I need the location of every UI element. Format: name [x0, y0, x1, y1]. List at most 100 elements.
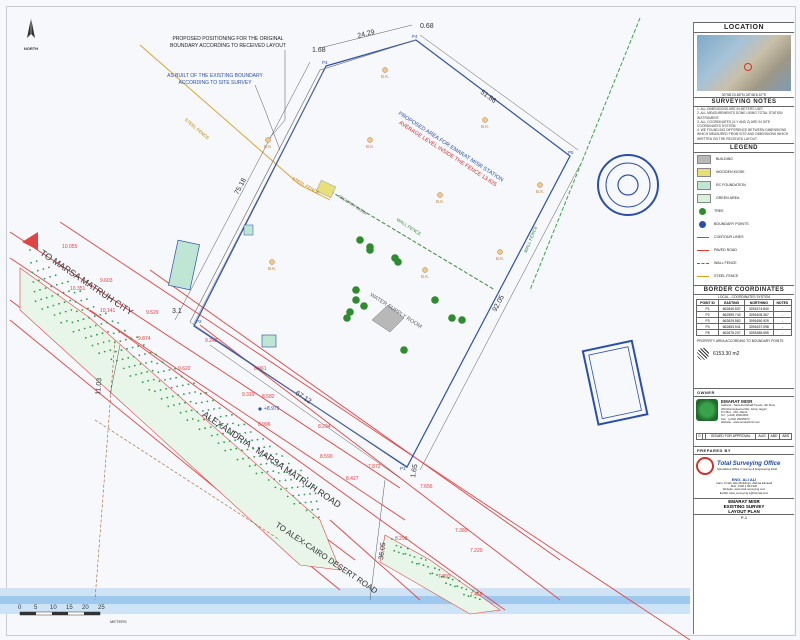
- spot-level: 8.298: [395, 536, 408, 542]
- spot-level: 8.294: [318, 424, 331, 430]
- green-dot: [133, 364, 136, 367]
- coord-cell: P5: [695, 329, 720, 337]
- firm-block: Total Surveying Office Specialized Offic…: [694, 455, 794, 477]
- legend-label: RC FOUNDATION: [716, 183, 746, 188]
- green-dot: [244, 431, 247, 434]
- green-dot: [62, 291, 65, 294]
- existing-boundary: [193, 39, 571, 468]
- legend-item: BUILDING: [694, 153, 794, 166]
- annotation-proposed-1: PROPOSED POSITIONING FOR THE ORIGINAL: [172, 36, 283, 42]
- green-dot: [148, 388, 151, 391]
- green-dot: [223, 441, 226, 443]
- legend-item: CONTOUR LINES: [694, 231, 794, 244]
- green-dot: [460, 586, 463, 589]
- owner-logo-icon: [696, 399, 718, 422]
- surveying-notes-title: SURVEYING NOTES: [694, 97, 794, 108]
- green-dot: [296, 486, 299, 488]
- spot-level: 8.427: [346, 476, 359, 482]
- green-dot: [243, 423, 246, 426]
- green-dot: [413, 556, 416, 558]
- legend-title: LEGEND: [694, 142, 794, 153]
- green-dot: [189, 400, 192, 403]
- bk-icon: [497, 249, 503, 255]
- green-dot: [158, 380, 161, 382]
- green-dot: [40, 298, 43, 301]
- green-dot: [44, 287, 47, 289]
- legend-label: BUILDING: [716, 157, 733, 162]
- green-dot: [102, 341, 105, 344]
- area-label: PROPERTY AREA ACCORDING TO BOUNDARY POIN…: [697, 339, 784, 344]
- legend-item: WOODEN KIOSK: [694, 166, 794, 179]
- green-dot: [50, 285, 53, 288]
- green-dot: [229, 448, 232, 451]
- scale-tick: 25: [98, 605, 105, 611]
- green-dot: [98, 352, 101, 355]
- green-dot: [458, 580, 461, 582]
- green-dot: [232, 422, 234, 425]
- green-dot: [219, 415, 222, 418]
- green-dot: [139, 363, 142, 366]
- green-dot: [185, 410, 188, 413]
- green-dot: [205, 391, 208, 394]
- north-label: NORTH: [24, 46, 38, 51]
- scale-bar: [19, 611, 101, 616]
- green-dot: [275, 453, 278, 455]
- green-dot: [51, 295, 54, 297]
- green-dot: [312, 516, 315, 519]
- green-dot: [144, 353, 146, 355]
- green-dot: [81, 309, 84, 311]
- green-dot: [409, 554, 411, 557]
- green-dot: [266, 470, 269, 473]
- sheet-code: P-1: [694, 514, 794, 520]
- green-dot: [59, 312, 61, 315]
- green-dot: [106, 321, 108, 324]
- green-dot: [166, 396, 169, 399]
- bk-icon: [269, 259, 275, 265]
- green-dot: [132, 355, 135, 358]
- green-dot: [199, 392, 202, 395]
- green-dot: [415, 562, 418, 565]
- annotation-area-1: PROPOSED AREA FOR EMARAT MISR STATION: [397, 111, 504, 184]
- area-value-row: 6153.30 m2: [694, 346, 794, 362]
- spot-level: 9.242: [205, 338, 218, 344]
- bench-mark-label: +8.979: [264, 406, 280, 412]
- spot-level: 8.996: [258, 422, 271, 428]
- site-plan: B.K. B.K. B.K. B.K. B.K. B.K. B.K. B.K. B.K. NOR…: [0, 17, 690, 640]
- tree-icon: [448, 314, 456, 322]
- green-dot: [91, 344, 94, 347]
- green-dot: [107, 330, 109, 333]
- green-dot: [304, 501, 307, 504]
- spot-level: 9.529: [146, 310, 159, 316]
- legend-item: BOUNDARY POINTS: [694, 218, 794, 231]
- green-dot: [119, 340, 122, 342]
- dim-label: 24.29: [357, 29, 376, 40]
- green-dot: [429, 572, 432, 575]
- firm-logo-icon: [696, 456, 714, 475]
- spot-level: 9.622: [178, 366, 191, 372]
- legend-item: TREE: [694, 205, 794, 218]
- dim-label: 1.68: [312, 47, 326, 54]
- tree-icon: [352, 286, 360, 294]
- spot-level: 9.874: [138, 336, 151, 342]
- green-dot: [422, 564, 425, 567]
- green-dot: [140, 372, 143, 375]
- green-dot: [309, 493, 311, 495]
- revision-cell: ABD: [767, 432, 781, 440]
- green-dot: [65, 320, 68, 322]
- dim-label: 1.65: [410, 464, 419, 479]
- green-dot: [402, 553, 405, 555]
- bk-label: B.K.: [381, 74, 390, 79]
- green-dot: [88, 316, 90, 319]
- green-dot: [231, 414, 233, 416]
- green-dot: [161, 361, 164, 364]
- green-dot: [156, 362, 159, 365]
- location-title: LOCATION: [694, 22, 794, 33]
- green-dot: [71, 321, 74, 324]
- green-dot: [267, 479, 270, 481]
- green-dot: [99, 313, 102, 316]
- green-dot: [129, 375, 132, 377]
- legend-label: BOUNDARY POINTS: [714, 222, 749, 227]
- green-dot: [431, 572, 434, 575]
- green-dot: [157, 371, 160, 374]
- green-dot: [54, 274, 57, 277]
